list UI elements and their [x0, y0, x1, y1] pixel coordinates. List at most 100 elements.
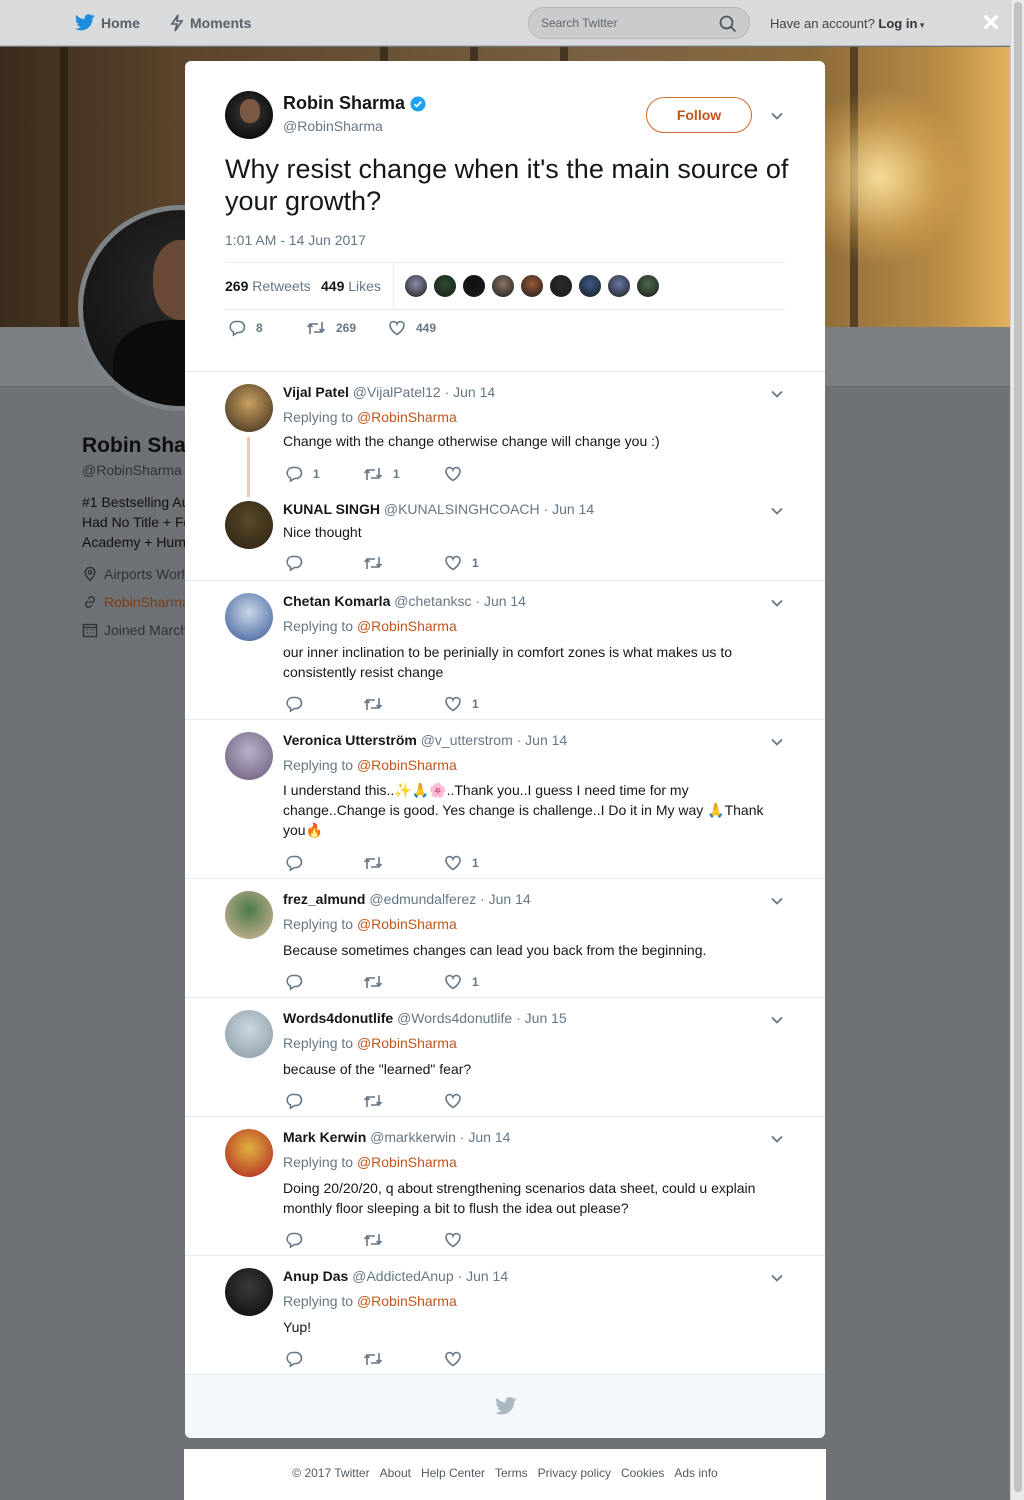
reply-date[interactable]: Jun 14	[484, 593, 526, 609]
reply-author-handle[interactable]: @AddictedAnup ·	[348, 1268, 466, 1284]
footer-link[interactable]: About	[380, 1466, 411, 1480]
author-name-row[interactable]: Robin Sharma	[283, 93, 426, 114]
reply-icon[interactable]	[285, 973, 303, 991]
reply-icon[interactable]	[285, 465, 303, 483]
reply-avatar[interactable]	[225, 384, 273, 432]
replying-to-link[interactable]: @RobinSharma	[357, 1154, 457, 1170]
reply-avatar[interactable]	[225, 1268, 273, 1316]
chevron-down-icon[interactable]	[769, 503, 785, 519]
author-avatar[interactable]	[225, 91, 273, 139]
caret-down-icon[interactable]: ▾	[917, 20, 925, 30]
retweets-stat[interactable]: 269 Retweets	[225, 278, 311, 294]
reply-author-handle[interactable]: @VijalPatel12 ·	[349, 384, 453, 400]
retweet-action[interactable]	[363, 695, 383, 713]
page-scrollbar[interactable]	[1010, 0, 1024, 1500]
reply-avatar[interactable]	[225, 1010, 273, 1058]
reply-author-handle[interactable]: @chetanksc ·	[390, 593, 484, 609]
reply-avatar[interactable]	[225, 1129, 273, 1177]
twitter-bird-icon[interactable]	[495, 1397, 517, 1415]
retweet-action[interactable]	[363, 1231, 383, 1249]
reply-action[interactable]	[285, 854, 303, 872]
author-name[interactable]: Robin Sharma	[283, 93, 405, 114]
liker-avatar[interactable]	[607, 274, 631, 298]
heart-icon[interactable]	[444, 1350, 462, 1368]
like-action[interactable]	[444, 465, 462, 483]
reply-icon[interactable]	[285, 554, 303, 572]
chevron-down-icon[interactable]	[769, 386, 785, 402]
reply-date[interactable]: Jun 14	[453, 384, 495, 400]
retweet-icon[interactable]	[363, 973, 383, 991]
reply-tweet[interactable]: Anup Das @AddictedAnup · Jun 14 Replying …	[185, 1255, 825, 1374]
reply-action[interactable]	[285, 1231, 303, 1249]
retweet-action[interactable]	[363, 973, 383, 991]
liker-avatar[interactable]	[636, 274, 660, 298]
author-handle[interactable]: @RobinSharma	[283, 118, 383, 134]
reply-author-handle[interactable]: @v_utterstrom ·	[417, 732, 525, 748]
likes-stat[interactable]: 449 Likes	[321, 278, 381, 294]
login-link[interactable]: Log in	[878, 16, 917, 31]
reply-avatar[interactable]	[225, 891, 273, 939]
reply-author-name[interactable]: KUNAL SINGH	[283, 501, 380, 517]
reply-author-handle[interactable]: @markkerwin ·	[366, 1129, 468, 1145]
nav-moments[interactable]: Moments	[170, 14, 251, 32]
retweet-action[interactable]	[363, 854, 383, 872]
liker-avatar[interactable]	[404, 274, 428, 298]
reply-author-name[interactable]: Mark Kerwin	[283, 1129, 366, 1145]
reply-date[interactable]: Jun 14	[489, 891, 531, 907]
profile-website[interactable]: RobinSharma	[82, 594, 190, 610]
reply-date[interactable]: Jun 14	[466, 1268, 508, 1284]
retweet-action[interactable]	[363, 1092, 383, 1110]
like-action[interactable]	[444, 1231, 462, 1249]
reply-tweet[interactable]: Vijal Patel @VijalPatel12 · Jun 14 Replyi…	[185, 371, 825, 489]
reply-action[interactable]	[285, 973, 303, 991]
reply-tweet[interactable]: KUNAL SINGH @KUNALSINGHCOACH · Jun 14 Nic…	[185, 489, 825, 580]
reply-icon[interactable]	[285, 695, 303, 713]
replying-to-link[interactable]: @RobinSharma	[357, 757, 457, 773]
heart-icon[interactable]	[444, 695, 462, 713]
chevron-down-icon[interactable]	[769, 734, 785, 750]
retweet-icon[interactable]	[363, 1092, 383, 1110]
reply-date[interactable]: Jun 15	[525, 1010, 567, 1026]
reply-icon[interactable]	[285, 854, 303, 872]
reply-tweet[interactable]: frez_almund @edmundalferez · Jun 14 Reply…	[185, 878, 825, 997]
chevron-down-icon[interactable]	[769, 1270, 785, 1286]
like-action[interactable]: 1	[444, 554, 479, 572]
reply-action[interactable]	[285, 695, 303, 713]
like-action[interactable]	[444, 1092, 462, 1110]
footer-link[interactable]: Privacy policy	[538, 1466, 611, 1480]
liker-avatar[interactable]	[433, 274, 457, 298]
heart-icon[interactable]	[444, 1092, 462, 1110]
chevron-down-icon[interactable]	[769, 108, 785, 124]
footer-link[interactable]: Help Center	[421, 1466, 485, 1480]
reply-action[interactable]	[285, 1092, 303, 1110]
replying-to-link[interactable]: @RobinSharma	[357, 1035, 457, 1051]
reply-action[interactable]	[285, 554, 303, 572]
heart-icon[interactable]	[444, 1231, 462, 1249]
like-action[interactable]	[444, 1350, 462, 1368]
liker-avatar[interactable]	[491, 274, 515, 298]
like-action[interactable]: 449	[388, 319, 436, 337]
nav-home[interactable]: Home	[75, 14, 140, 31]
reply-avatar[interactable]	[225, 593, 273, 641]
reply-date[interactable]: Jun 14	[552, 501, 594, 517]
retweet-action[interactable]	[363, 1350, 383, 1368]
retweet-icon[interactable]	[363, 1350, 383, 1368]
chevron-down-icon[interactable]	[769, 1012, 785, 1028]
reply-tweet[interactable]: Mark Kerwin @markkerwin · Jun 14 Replying…	[185, 1116, 825, 1255]
like-action[interactable]: 1	[444, 854, 479, 872]
retweet-icon[interactable]	[363, 695, 383, 713]
reply-author-name[interactable]: Words4donutlife	[283, 1010, 393, 1026]
retweet-icon[interactable]	[363, 465, 383, 483]
follow-button[interactable]: Follow	[646, 97, 752, 133]
reply-author-handle[interactable]: @Words4donutlife ·	[393, 1010, 524, 1026]
search-icon[interactable]	[719, 15, 737, 33]
like-action[interactable]: 1	[444, 695, 479, 713]
retweet-icon[interactable]	[363, 1231, 383, 1249]
retweet-icon[interactable]	[363, 554, 383, 572]
retweet-action[interactable]	[363, 554, 383, 572]
reply-tweet[interactable]: Veronica Utterström @v_utterstrom · Jun …	[185, 719, 825, 878]
retweet-action[interactable]: 269	[306, 319, 356, 337]
heart-icon[interactable]	[444, 973, 462, 991]
heart-icon[interactable]	[444, 465, 462, 483]
search-input[interactable]: Search Twitter	[528, 7, 750, 39]
